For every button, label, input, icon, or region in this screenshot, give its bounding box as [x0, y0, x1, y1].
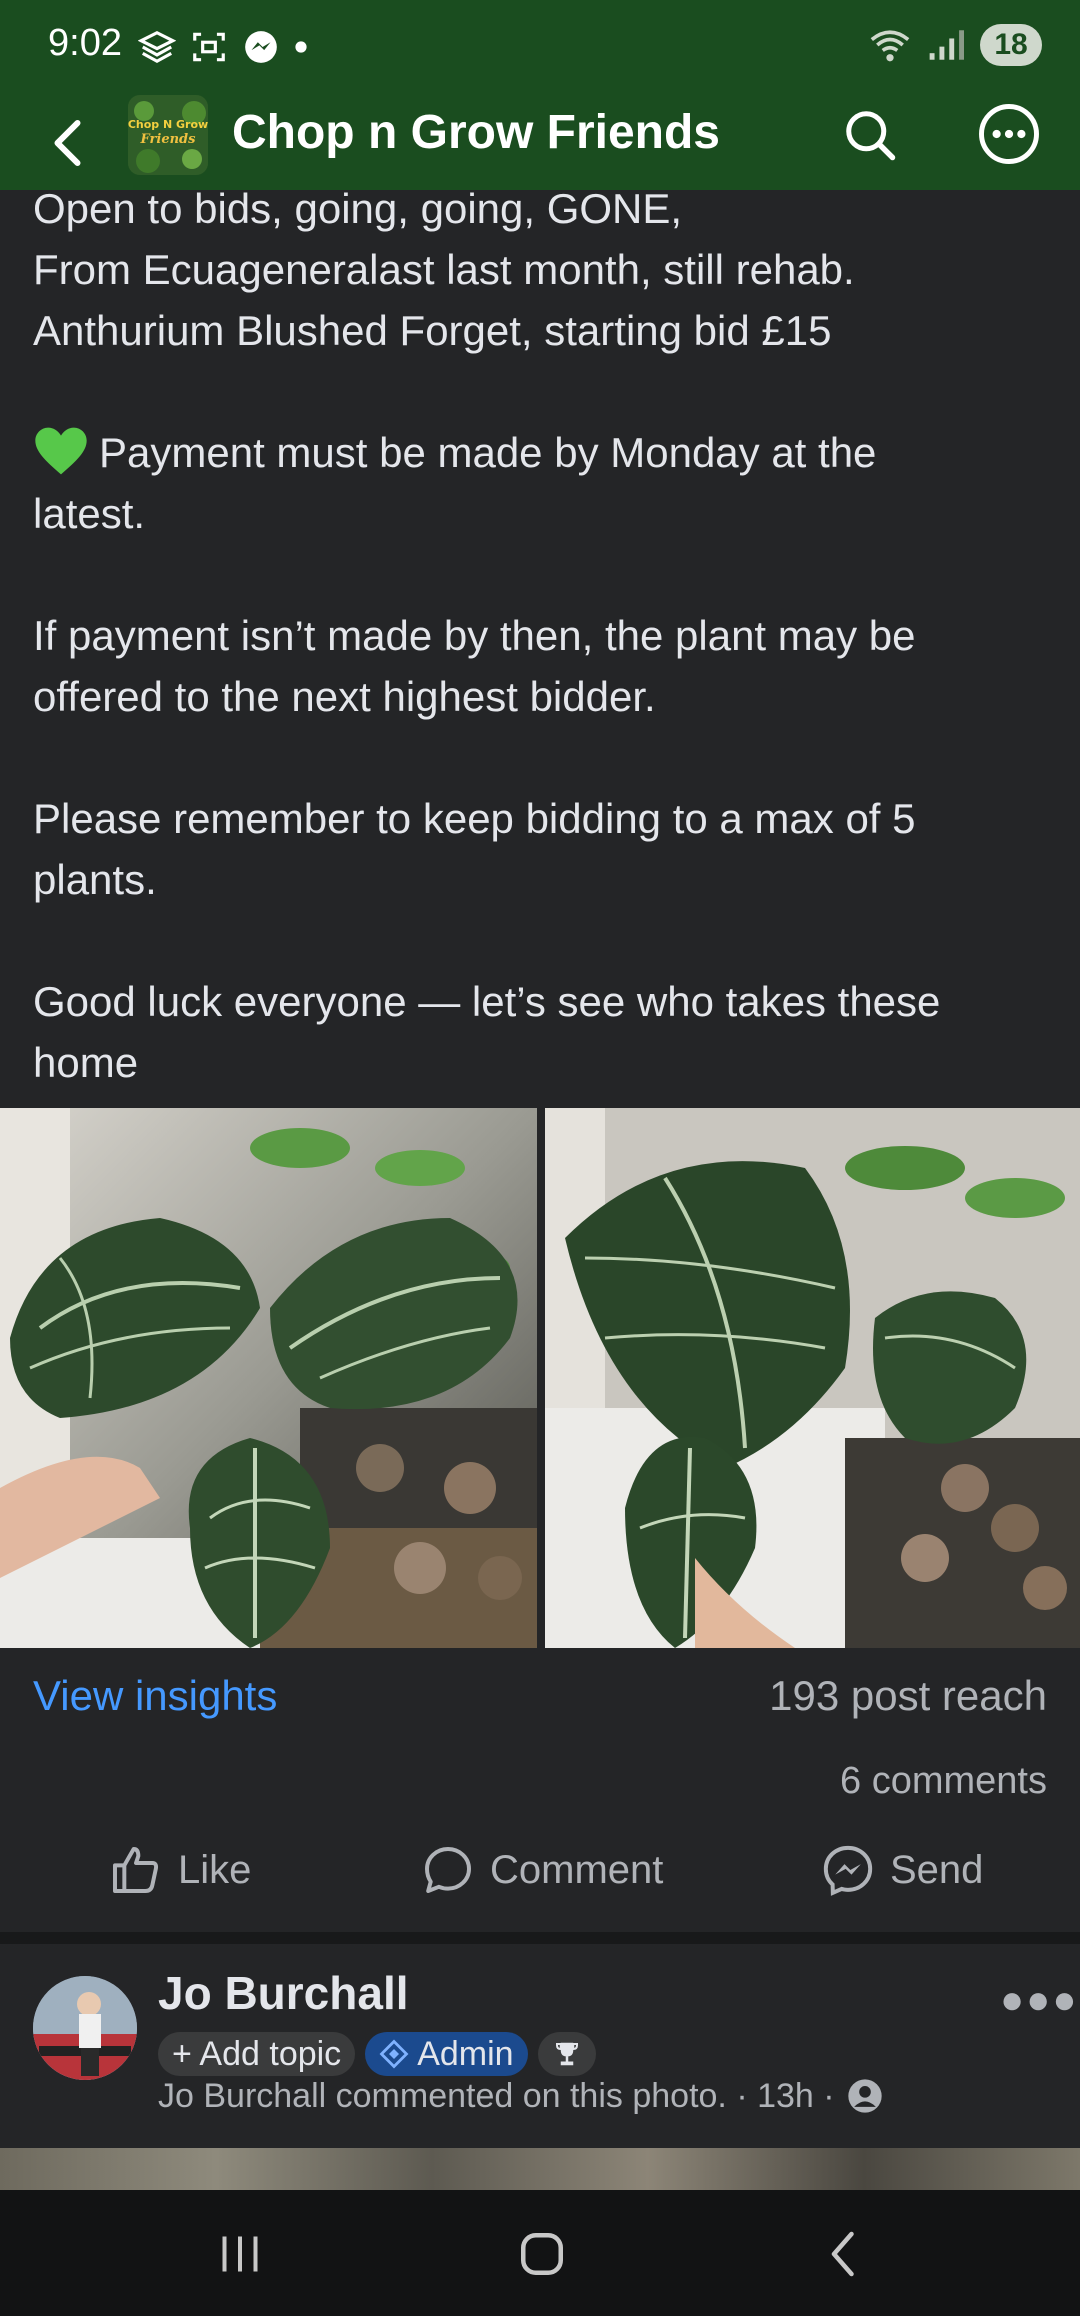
next-photo-preview — [0, 2148, 1080, 2190]
post-line: From Ecuageneralast last month, still re… — [33, 246, 855, 293]
recent-apps-icon[interactable] — [210, 2224, 270, 2284]
add-topic-chip[interactable]: + Add topic — [158, 2032, 356, 2076]
home-icon[interactable] — [512, 2224, 572, 2284]
messenger-send-icon — [823, 1845, 873, 1896]
post-line: Open to bids, going, going, GONE, — [33, 185, 683, 232]
group-logo[interactable]: Chop N Grow Friends — [128, 95, 208, 175]
like-label: Like — [178, 1847, 252, 1892]
svg-text:Friends: Friends — [140, 132, 197, 147]
members-privacy-icon — [847, 2079, 882, 2113]
thumbs-up-icon — [113, 1847, 159, 1893]
post-actions: Like Comment Send — [0, 1842, 1080, 1908]
post-photos — [0, 1108, 1080, 1648]
dot-icon — [295, 41, 307, 53]
avatar-image — [33, 1976, 137, 2080]
post-line: Anthurium Blushed Forget, starting bid £… — [33, 307, 832, 354]
search-icon[interactable] — [840, 105, 900, 165]
like-button[interactable]: Like — [108, 1842, 251, 1898]
signal-icon — [929, 30, 964, 60]
battery-indicator: 18 — [980, 24, 1042, 66]
admin-label: Admin — [417, 2034, 514, 2073]
plant-photo-1[interactable] — [0, 1108, 537, 1648]
screenshot-icon — [193, 32, 225, 62]
comments-count[interactable]: 6 comments — [840, 1760, 1047, 1803]
group-logo-image: Chop N Grow Friends — [128, 95, 208, 175]
comment-meta: Jo Burchall commented on this photo. · 1… — [158, 2076, 885, 2116]
avatar[interactable] — [33, 1976, 137, 2080]
comment-author[interactable]: Jo Burchall — [158, 1966, 409, 2020]
wifi-icon — [870, 30, 910, 62]
comment-bubble-icon — [425, 1847, 471, 1893]
layers-icon — [138, 30, 176, 64]
more-options-icon[interactable] — [976, 101, 1042, 167]
top-bar: 9:02 18 Chop N Grow Friends Chop n Grow … — [0, 0, 1080, 190]
trophy-badge[interactable] — [537, 2032, 596, 2076]
group-name[interactable]: Chop n Grow Friends — [232, 105, 720, 160]
post-line: latest. — [33, 490, 146, 537]
post-body: Open to bids, going, going, GONE, From E… — [33, 178, 1053, 1093]
green-heart-icon — [35, 427, 87, 475]
post-line-text: Payment must be made by Monday at the — [99, 429, 877, 476]
comment-button[interactable]: Comment — [420, 1842, 663, 1898]
admin-diamond-icon — [379, 2039, 409, 2069]
svg-text:Chop N Grow: Chop N Grow — [128, 118, 208, 131]
comment-more-icon[interactable]: ●●● — [1000, 1978, 1078, 2023]
view-insights-link[interactable]: View insights — [33, 1672, 277, 1720]
admin-badge[interactable]: Admin — [365, 2032, 528, 2076]
notification-icons — [138, 28, 308, 66]
comment-label: Comment — [490, 1847, 664, 1892]
trophy-icon — [555, 2042, 578, 2066]
send-button[interactable]: Send — [820, 1842, 983, 1898]
section-divider — [0, 1932, 1080, 1944]
post-reach: 193 post reach — [769, 1672, 1047, 1719]
author-badges: + Add topic Admin — [158, 2032, 596, 2076]
messenger-icon — [245, 31, 277, 63]
post-line: home — [33, 1039, 139, 1086]
post-line: If payment isn’t made by then, the plant… — [33, 612, 916, 659]
post-line: offered to the next highest bidder. — [33, 673, 656, 720]
send-label: Send — [890, 1847, 984, 1892]
app-header: Chop N Grow Friends Chop n Grow Friends — [0, 95, 1080, 190]
system-icons: 18 — [868, 24, 1042, 66]
back-arrow-icon[interactable] — [40, 113, 100, 173]
post-line: Payment must be made by Monday at the — [33, 422, 1053, 483]
system-nav-bar — [0, 2190, 1080, 2316]
plant-photo-2[interactable] — [545, 1108, 1080, 1648]
post-line: plants. — [33, 856, 157, 903]
add-topic-label: + Add topic — [172, 2034, 342, 2073]
back-icon[interactable] — [814, 2224, 874, 2284]
status-time: 9:02 — [48, 22, 122, 64]
post-line: Good luck everyone — let’s see who takes… — [33, 978, 941, 1025]
comment-meta-text: Jo Burchall commented on this photo. · 1… — [158, 2076, 835, 2115]
post-line: Please remember to keep bidding to a max… — [33, 795, 916, 842]
status-bar: 9:02 18 — [0, 0, 1080, 95]
